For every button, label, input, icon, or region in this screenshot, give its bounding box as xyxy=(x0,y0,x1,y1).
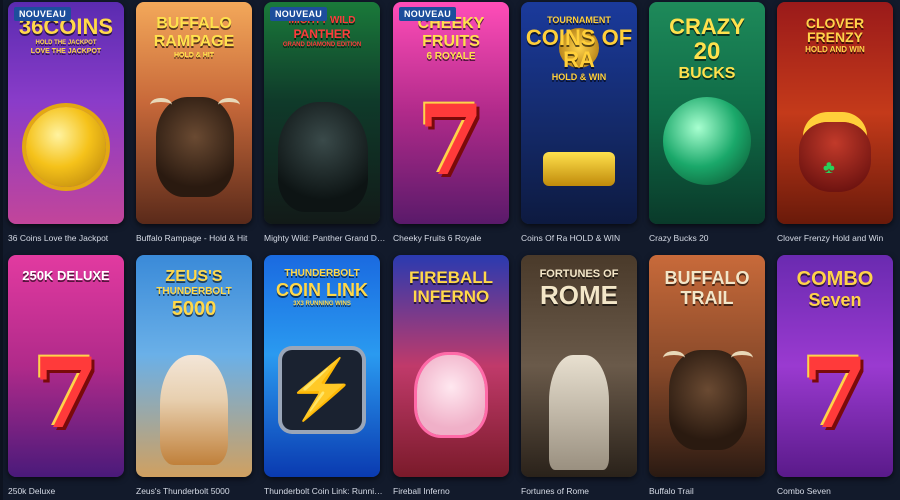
game-logo-line: ZEUS'S xyxy=(165,268,223,285)
game-logo-line: PANTHER xyxy=(293,27,351,41)
game-title[interactable]: Cheeky Fruits 6 Royale xyxy=(393,233,515,243)
pot-of-gold-icon xyxy=(799,122,871,192)
game-title[interactable]: Coins Of Ra HOLD & WIN xyxy=(521,233,643,243)
game-logo-line: 5000 xyxy=(171,298,217,320)
horn-left-icon xyxy=(663,351,685,365)
game-logo: CHEEKY FRUITS 6 ROYALE xyxy=(397,16,505,62)
game-logo: FORTUNES OF ROME xyxy=(525,268,633,310)
game-title[interactable]: Fortunes of Rome xyxy=(521,486,643,496)
game-tile[interactable]: 36COINS HOLD THE JACKPOT LOVE THE JACKPOT N… xyxy=(8,2,124,224)
game-tile[interactable]: CRAZY 20 BUCKS xyxy=(649,2,765,224)
lightning-bolt-icon: ⚡ xyxy=(282,350,362,430)
game-logo-line: COIN LINK xyxy=(276,280,368,300)
game-title[interactable]: Fireball Inferno xyxy=(393,486,515,496)
game-logo-line: Seven xyxy=(808,290,862,310)
game-logo-line: CLOVER FRENZY xyxy=(805,15,865,45)
game-logo-line: THUNDERBOLT xyxy=(156,286,232,297)
game-logo-line: COMBO xyxy=(796,268,874,290)
game-logo: BUFFALO RAMPAGE HOLD & HIT xyxy=(140,15,248,60)
game-title[interactable]: 36 Coins Love the Jackpot xyxy=(8,233,130,243)
game-tile[interactable]: ⚡ THUNDERBOLT COIN LINK 3X3 RUNNING WINS xyxy=(264,255,380,477)
game-logo: 250K DELUXE xyxy=(12,269,120,282)
game-title[interactable]: Thunderbolt Coin Link: Running Wins xyxy=(264,486,386,496)
ra-emblem-icon xyxy=(543,152,615,186)
game-logo-line: THUNDERBOLT xyxy=(284,268,360,279)
game-tile[interactable]: FIREBALL INFERNO xyxy=(393,255,509,477)
gold-coin-icon xyxy=(26,107,106,187)
game-logo-line: COINS OF RA xyxy=(525,25,633,72)
game-logo-line: 6 ROYALE xyxy=(426,51,476,62)
game-logo-line: FIREBALL xyxy=(408,268,494,287)
money-orb-icon xyxy=(663,97,751,185)
seven-icon: 7 xyxy=(417,84,485,197)
game-title[interactable]: Buffalo Rampage - Hold & Hit xyxy=(136,233,258,243)
horn-left-icon xyxy=(150,98,172,112)
game-tile[interactable]: 7 250K DELUXE xyxy=(8,255,124,477)
game-logo: CRAZY 20 BUCKS xyxy=(653,16,761,82)
game-logo: COMBO Seven xyxy=(781,269,889,309)
game-tile[interactable]: BUFFALO TRAIL xyxy=(649,255,765,477)
clover-icon: ♣ xyxy=(823,157,835,177)
game-logo-line: BUCKS xyxy=(678,65,736,82)
game-title[interactable]: Crazy Bucks 20 xyxy=(649,233,771,243)
game-title[interactable]: Buffalo Trail xyxy=(649,486,771,496)
caesar-statue-icon xyxy=(549,355,609,470)
game-title[interactable]: Clover Frenzy Hold and Win xyxy=(777,233,899,243)
seven-icon: 7 xyxy=(801,337,869,450)
new-badge: NOUVEAU xyxy=(399,7,457,21)
left-edge xyxy=(0,0,3,500)
game-logo-line: TRAIL xyxy=(680,288,734,308)
game-logo: FIREBALL INFERNO xyxy=(397,269,505,305)
buffalo-icon xyxy=(669,350,747,450)
game-logo: TOURNAMENT COINS OF RA HOLD & WIN xyxy=(525,16,633,82)
game-logo-line: 3X3 RUNNING WINS xyxy=(293,301,351,307)
game-logo-line: FORTUNES OF xyxy=(539,268,619,280)
game-logo-line: TOURNAMENT xyxy=(547,15,611,25)
game-logo-line: BUFFALO xyxy=(156,15,232,32)
game-logo-line: 20 xyxy=(693,38,721,65)
new-badge: NOUVEAU xyxy=(14,7,72,21)
game-tile[interactable]: BUFFALO RAMPAGE HOLD & HIT xyxy=(136,2,252,224)
seven-icon: 7 xyxy=(32,337,100,450)
game-logo-line: GRAND DIAMOND EDITION xyxy=(282,42,362,48)
game-logo-line: HOLD AND WIN xyxy=(805,45,865,54)
game-title[interactable]: Zeus's Thunderbolt 5000 xyxy=(136,486,258,496)
game-logo-line: 250K DELUXE xyxy=(22,268,110,283)
game-logo-line: RAMPAGE xyxy=(153,33,235,50)
game-title[interactable]: 250k Deluxe xyxy=(8,486,130,496)
game-logo-line: HOLD & WIN xyxy=(551,72,607,82)
game-grid: 36COINS HOLD THE JACKPOT LOVE THE JACKPOT N… xyxy=(0,0,900,500)
game-logo-line: HOLD THE JACKPOT xyxy=(35,40,97,46)
game-tile[interactable]: TOURNAMENT COINS OF RA HOLD & WIN xyxy=(521,2,637,224)
zeus-icon xyxy=(160,355,228,465)
panther-icon xyxy=(278,102,368,212)
game-tile[interactable]: ZEUS'S THUNDERBOLT 5000 xyxy=(136,255,252,477)
game-tile[interactable]: MIGHTY WILDPANTHERGRAND DIAMOND EDITIONN… xyxy=(264,2,380,224)
game-title[interactable]: Mighty Wild: Panther Grand Diamo... xyxy=(264,233,386,243)
game-logo-line: ROME xyxy=(540,280,618,310)
game-thumbnail: 7 xyxy=(8,255,124,477)
new-badge: NOUVEAU xyxy=(270,7,328,21)
game-tile[interactable]: FORTUNES OF ROME xyxy=(521,255,637,477)
game-tile[interactable]: ♣ CLOVER FRENZY HOLD AND WIN xyxy=(777,2,893,224)
game-logo-line: FRUITS xyxy=(422,33,480,50)
skull-icon xyxy=(417,355,485,435)
game-logo-line: LOVE THE JACKPOT xyxy=(30,48,102,55)
game-logo: THUNDERBOLT COIN LINK 3X3 RUNNING WINS xyxy=(268,268,376,308)
game-logo: BUFFALO TRAIL xyxy=(653,269,761,307)
game-logo-line: CRAZY xyxy=(669,14,745,39)
horn-right-icon xyxy=(218,98,240,112)
game-logo-line: BUFFALO xyxy=(664,268,750,288)
buffalo-icon xyxy=(156,97,234,197)
game-logo-line: HOLD & HIT xyxy=(173,52,215,59)
horn-right-icon xyxy=(731,351,753,365)
game-tile[interactable]: 7 COMBO Seven xyxy=(777,255,893,477)
game-title[interactable]: Combo Seven xyxy=(777,486,899,496)
game-logo: ZEUS'S THUNDERBOLT 5000 xyxy=(140,268,248,320)
game-logo: 36COINS HOLD THE JACKPOT LOVE THE JACKPOT xyxy=(12,16,120,56)
game-tile[interactable]: 7 CHEEKY FRUITS 6 ROYALE NOUVEAU xyxy=(393,2,509,224)
game-logo: CLOVER FRENZY HOLD AND WIN xyxy=(781,16,889,54)
game-logo-line: INFERNO xyxy=(412,287,490,306)
